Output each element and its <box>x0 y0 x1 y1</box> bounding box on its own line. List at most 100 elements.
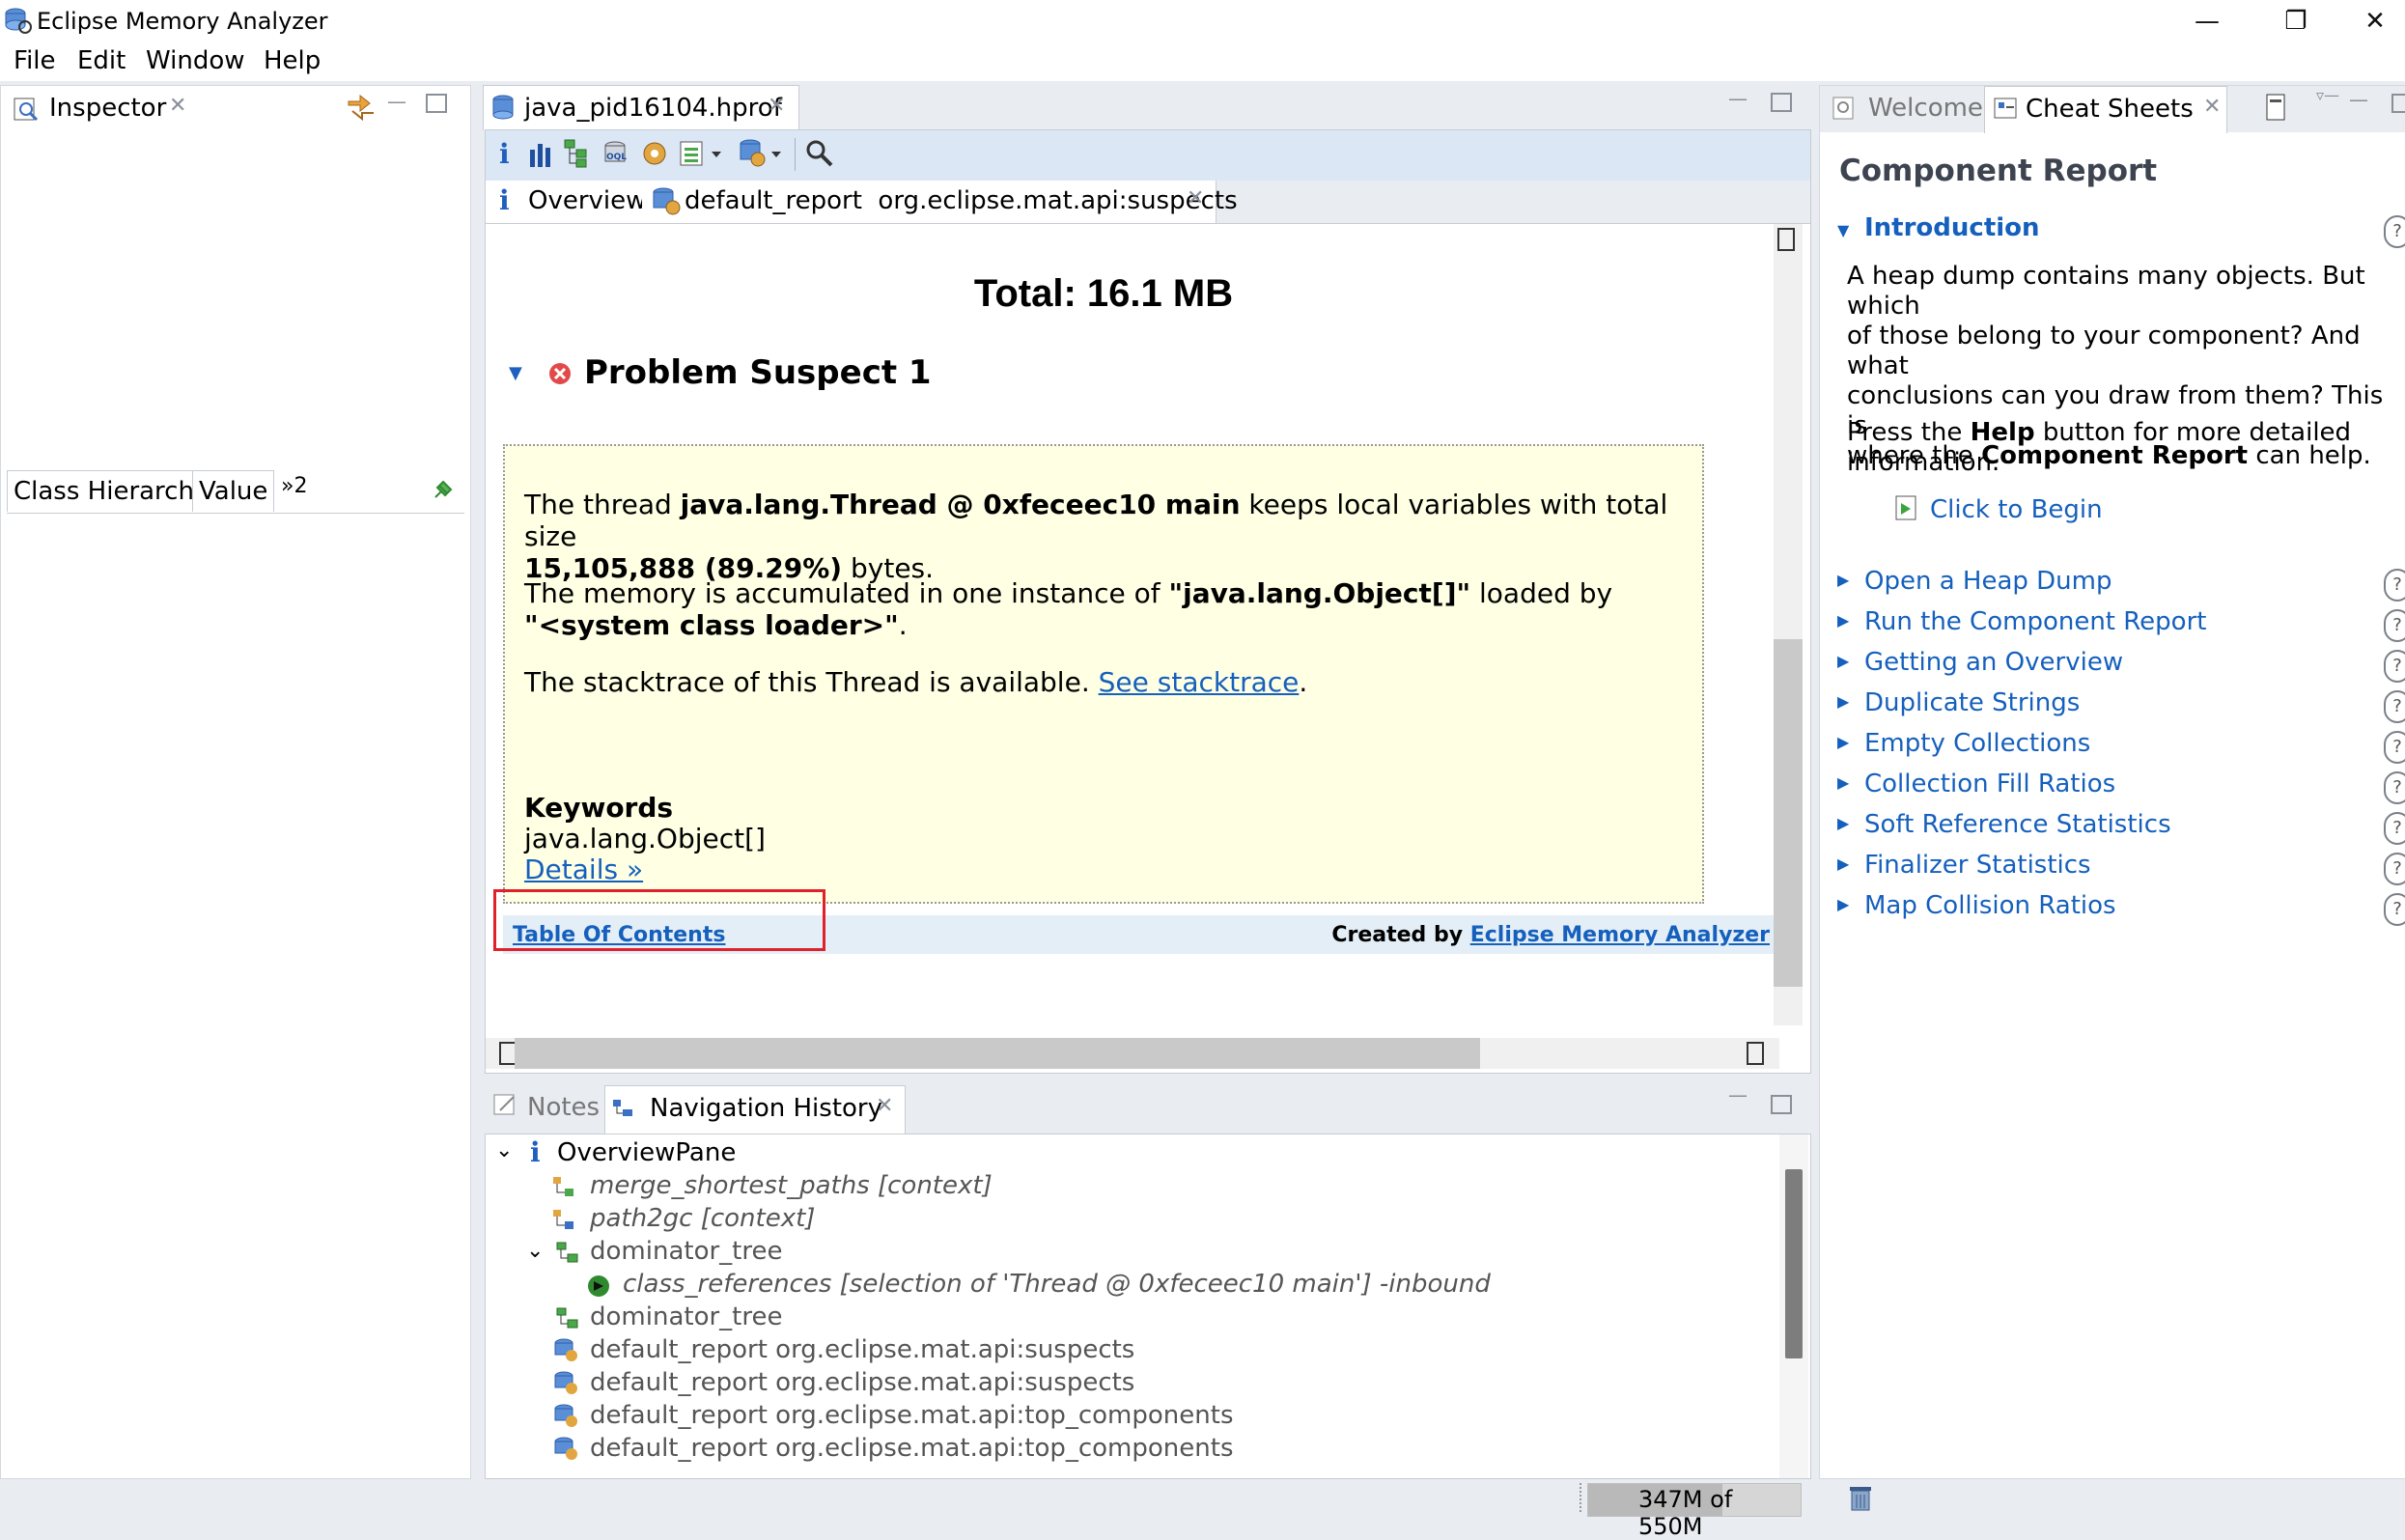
cheatsheet-item[interactable]: Run the Component Report <box>1864 607 2206 636</box>
view-menu-icon[interactable]: ▿— <box>2316 86 2339 104</box>
search-icon[interactable] <box>804 138 835 169</box>
tab-cheat-sheets[interactable]: Cheat Sheets ✕ <box>1984 86 2227 133</box>
close-icon[interactable]: ✕ <box>1187 186 1204 210</box>
expand-arrow-icon[interactable]: ▶ <box>1837 895 1849 913</box>
expand-arrow-icon[interactable]: ▶ <box>1837 652 1849 670</box>
tab-overview[interactable]: i Overview <box>486 181 646 223</box>
cheatsheet-item[interactable]: Soft Reference Statistics <box>1864 810 2171 839</box>
expand-icon[interactable]: ▼ <box>1837 221 1849 239</box>
dominator-tree-icon[interactable] <box>563 138 592 169</box>
maximize-icon[interactable] <box>1771 93 1792 112</box>
menu-edit[interactable]: Edit <box>77 46 126 75</box>
close-icon[interactable]: ✕ <box>169 94 186 118</box>
minimize-button[interactable]: — <box>2178 4 2236 39</box>
expand-arrow-icon[interactable]: ▶ <box>1837 611 1849 630</box>
help-icon[interactable]: ? <box>2384 609 2405 642</box>
link-with-editor-icon[interactable] <box>345 90 378 123</box>
history-row[interactable]: dominator_tree <box>590 1302 782 1331</box>
trash-icon[interactable] <box>1846 1483 1875 1512</box>
histogram-icon[interactable] <box>528 142 553 169</box>
expand-arrow-icon[interactable]: ▶ <box>1837 854 1849 873</box>
expand-arrow-icon[interactable]: ▶ <box>1837 814 1849 832</box>
maximize-icon[interactable] <box>1771 1095 1792 1114</box>
close-window-button[interactable]: ✕ <box>2346 4 2404 39</box>
cheatsheet-item[interactable]: Map Collision Ratios <box>1864 891 2116 920</box>
section-introduction[interactable]: Introduction <box>1864 213 2040 242</box>
close-icon[interactable]: ✕ <box>876 1094 893 1118</box>
click-to-begin-icon[interactable] <box>1893 493 1920 522</box>
overflow-tabs-button[interactable]: »2 <box>281 474 307 498</box>
help-icon[interactable]: ? <box>2384 215 2405 248</box>
collapse-icon[interactable]: ⌄ <box>526 1239 544 1263</box>
history-row[interactable]: class_references [selection of 'Thread @… <box>623 1270 1491 1299</box>
click-to-begin-link[interactable]: Click to Begin <box>1930 495 2103 524</box>
menu-help[interactable]: Help <box>264 46 321 75</box>
horizontal-scrollbar[interactable] <box>486 1038 1779 1069</box>
cheatsheet-item[interactable]: Collection Fill Ratios <box>1864 770 2115 798</box>
threads-icon[interactable] <box>640 138 669 169</box>
help-icon[interactable]: ? <box>2384 893 2405 926</box>
help-icon[interactable]: ? <box>2384 731 2405 764</box>
expand-arrow-icon[interactable]: ▶ <box>1837 733 1849 751</box>
history-row[interactable]: default_report org.eclipse.mat.api:suspe… <box>590 1368 1134 1397</box>
tab-class-hierarchy[interactable]: Class Hierarchy <box>7 470 216 512</box>
collapse-icon[interactable]: ⌄ <box>495 1138 513 1162</box>
scroll-thumb[interactable] <box>515 1038 1480 1069</box>
menu-file[interactable]: File <box>14 46 56 75</box>
close-icon[interactable]: ✕ <box>2203 95 2221 119</box>
history-row[interactable]: default_report org.eclipse.mat.api:suspe… <box>590 1335 1134 1364</box>
tab-default-report[interactable]: default_report org.eclipse.mat.api:suspe… <box>642 181 1238 223</box>
help-icon[interactable]: ? <box>2384 812 2405 845</box>
scroll-right-button[interactable] <box>1747 1042 1764 1065</box>
save-cheatsheet-icon[interactable] <box>2264 92 2289 125</box>
scroll-up-button[interactable] <box>1777 228 1795 251</box>
minimize-icon[interactable]: — <box>1728 1083 1748 1106</box>
scroll-thumb[interactable] <box>1785 1169 1803 1358</box>
help-icon[interactable]: ? <box>2384 690 2405 723</box>
editor-file-tab[interactable]: java_pid16104.hprof ✕ <box>483 85 799 130</box>
help-icon[interactable]: ? <box>2384 569 2405 602</box>
expand-arrow-icon[interactable]: ▶ <box>1837 571 1849 589</box>
minimize-icon[interactable]: — <box>2349 88 2368 111</box>
pin-icon[interactable] <box>432 480 453 501</box>
vertical-scrollbar[interactable] <box>1774 224 1803 1025</box>
expand-arrow-icon[interactable]: ▶ <box>1837 773 1849 792</box>
minimize-icon[interactable]: — <box>387 90 406 113</box>
tab-notes[interactable]: Notes <box>527 1093 600 1122</box>
tab-navigation-history[interactable]: Navigation History ✕ <box>604 1085 906 1134</box>
minimize-icon[interactable]: — <box>1728 87 1748 110</box>
history-row[interactable]: default_report org.eclipse.mat.api:top_c… <box>590 1401 1234 1430</box>
maximize-icon[interactable] <box>426 94 447 113</box>
cheatsheet-item[interactable]: Getting an Overview <box>1864 648 2123 677</box>
query-browser-icon[interactable] <box>739 138 789 169</box>
help-icon[interactable]: ? <box>2384 853 2405 885</box>
collapse-icon[interactable]: ▼ <box>509 363 522 383</box>
close-icon[interactable]: ✕ <box>768 94 785 118</box>
maximize-icon[interactable] <box>2391 94 2405 113</box>
cheatsheet-item[interactable]: Empty Collections <box>1864 729 2090 758</box>
details-link[interactable]: Details » <box>524 854 643 885</box>
help-icon[interactable]: ? <box>2384 650 2405 683</box>
history-row[interactable]: default_report org.eclipse.mat.api:top_c… <box>590 1434 1234 1463</box>
vertical-scrollbar[interactable] <box>1779 1134 1808 1478</box>
tab-value[interactable]: Value <box>192 470 275 512</box>
see-stacktrace-link[interactable]: See stacktrace <box>1099 666 1300 698</box>
history-row[interactable]: merge_shortest_paths [context] <box>590 1171 993 1200</box>
cheatsheet-item[interactable]: Finalizer Statistics <box>1864 851 2091 880</box>
history-row[interactable]: OverviewPane <box>557 1138 736 1167</box>
maximize-button[interactable]: ❐ <box>2267 4 2325 39</box>
tab-welcome[interactable]: Welcome <box>1868 94 1983 123</box>
inspector-tab-label[interactable]: Inspector <box>49 94 166 123</box>
cheatsheet-item[interactable]: Duplicate Strings <box>1864 688 2080 717</box>
history-row[interactable]: dominator_tree <box>590 1237 782 1266</box>
heap-status[interactable]: 347M of 550M <box>1587 1483 1802 1540</box>
info-icon[interactable]: i <box>499 138 510 170</box>
scroll-thumb[interactable] <box>1774 639 1803 987</box>
menu-window[interactable]: Window <box>146 46 245 75</box>
help-icon[interactable]: ? <box>2384 771 2405 804</box>
eclipse-mat-link[interactable]: Eclipse Memory Analyzer <box>1470 923 1770 947</box>
reports-dropdown-icon[interactable] <box>679 138 729 169</box>
oql-icon[interactable]: OQL <box>601 140 630 169</box>
expand-arrow-icon[interactable]: ▶ <box>1837 692 1849 711</box>
history-row[interactable]: path2gc [context] <box>590 1204 815 1233</box>
